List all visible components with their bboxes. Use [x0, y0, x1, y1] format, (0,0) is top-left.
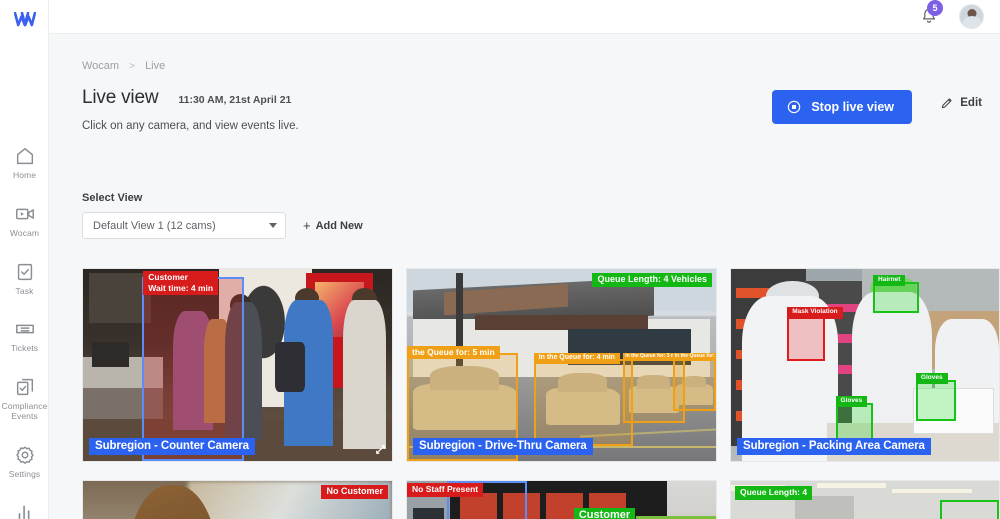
- stop-live-view-button[interactable]: Stop live view: [772, 90, 912, 124]
- bar-chart-icon: [18, 506, 29, 519]
- avatar[interactable]: [959, 4, 984, 29]
- sidebar-nav: Home Wocam Task Tickets Compliance Event…: [0, 140, 49, 519]
- gloves-box: [835, 403, 874, 442]
- vehicle-tag: the Queue for: 5 min: [407, 345, 500, 360]
- expand-icon[interactable]: [374, 443, 387, 456]
- page-timestamp: 11:30 AM, 21st April 21: [178, 94, 292, 106]
- logo-icon: [13, 12, 36, 27]
- camera-tile-packing-area[interactable]: Hairnet Mask Violation Gloves Gloves Sub…: [730, 268, 1000, 462]
- sidebar-item-compliance-events[interactable]: Compliance Events: [0, 371, 49, 425]
- stop-live-view-label: Stop live view: [811, 100, 894, 114]
- wocam-logo[interactable]: [0, 6, 49, 34]
- detection-tag: No Staff Present: [407, 483, 484, 497]
- detection-tag: Hairnet: [873, 274, 906, 286]
- camera-name-label: Subregion - Drive-Thru Camera: [413, 438, 593, 455]
- camera-name-label: Subregion - Counter Camera: [89, 438, 255, 455]
- detection-tag: Gloves: [835, 395, 868, 407]
- sidebar-item-task[interactable]: Task: [0, 256, 49, 300]
- camera-tile-checkout[interactable]: No Customer: [82, 480, 393, 519]
- breadcrumb-parent[interactable]: Wocam: [82, 60, 119, 72]
- detection-tag: No Customer: [321, 485, 388, 500]
- sidebar-item-tickets[interactable]: Tickets: [0, 313, 49, 357]
- vehicle-tag: In the Queue for: 1 min: [672, 352, 716, 359]
- checkbox-icon: [17, 263, 32, 280]
- title-row: Live view 11:30 AM, 21st April 21: [82, 87, 291, 109]
- notifications-button[interactable]: 5: [919, 0, 943, 28]
- camera-grid: Customer Wait time: 4 min Subregion - Co…: [82, 236, 1000, 519]
- sidebar-item-label: Compliance Events: [1, 401, 48, 421]
- queue-length-tag: Queue Length: 4: [735, 486, 813, 500]
- camera-tile-counter[interactable]: Customer Wait time: 4 min Subregion - Co…: [82, 268, 393, 462]
- gloves-box: [915, 380, 957, 421]
- detection-tag: Customer Wait time: 4 min: [143, 271, 219, 296]
- detection-tag-line2: Wait time: 4 min: [148, 282, 214, 293]
- hairnet-box: [873, 282, 919, 314]
- select-view-dropdown[interactable]: Default View 1 (12 cams): [82, 212, 286, 239]
- home-icon: [16, 147, 33, 165]
- sidebar-item-label: Settings: [8, 468, 41, 479]
- notification-badge: 5: [927, 0, 943, 16]
- person-box: [940, 500, 999, 519]
- content-area: Wocam > Live Live view 11:30 AM, 21st Ap…: [49, 34, 1000, 519]
- camera-tile-drive-thru[interactable]: Queue Length: 4 Vehicles the Queue for: …: [406, 268, 717, 462]
- add-new-label: Add New: [315, 219, 363, 232]
- pencil-icon: [942, 98, 952, 109]
- vehicle-box: [533, 359, 633, 446]
- sidebar-item-reports[interactable]: Reports: [0, 496, 49, 519]
- sidebar-item-label: Tickets: [10, 343, 39, 354]
- detection-region: [141, 276, 244, 461]
- detection-tag: Gloves: [915, 372, 948, 384]
- sidebar-item-label: Home: [12, 170, 37, 180]
- add-new-view-button[interactable]: + Add New: [303, 218, 363, 233]
- breadcrumb-current[interactable]: Live: [145, 60, 165, 72]
- sidebar: Home Wocam Task Tickets Compliance Event…: [0, 0, 49, 519]
- vehicle-box: [672, 359, 716, 412]
- sidebar-item-settings[interactable]: Settings: [0, 439, 49, 483]
- detection-tag: Customer: [573, 507, 636, 519]
- vehicle-tag: In the Queue for: 4 min: [533, 352, 620, 365]
- sidebar-item-label: Wocam: [9, 227, 40, 238]
- detection-tag: Mask Violation: [787, 307, 843, 319]
- mask-violation-box: [787, 315, 825, 362]
- select-view-label: Select View: [82, 192, 143, 204]
- documents-icon: [16, 378, 33, 396]
- page-title: Live view: [82, 87, 159, 108]
- camera-tile-kitchen[interactable]: No Staff Present Customer: [406, 480, 717, 519]
- video-camera-icon: [15, 208, 34, 220]
- live-view-page: Home Wocam Task Tickets Compliance Event…: [0, 0, 1000, 519]
- page-subtitle: Click on any camera, and view events liv…: [82, 120, 299, 132]
- ticket-icon: [15, 324, 34, 334]
- stop-record-icon: [788, 100, 801, 114]
- sidebar-item-label: Task: [15, 285, 34, 296]
- camera-tile-store[interactable]: Queue Length: 4: [730, 480, 1000, 519]
- breadcrumb-separator: >: [129, 61, 135, 72]
- edit-button[interactable]: Edit: [940, 96, 982, 110]
- camera-name-label: Subregion - Packing Area Camera: [737, 438, 931, 455]
- avatar-body: [961, 16, 982, 28]
- edit-label: Edit: [960, 97, 982, 109]
- chevron-down-icon: [269, 223, 277, 228]
- breadcrumb: Wocam > Live: [82, 60, 165, 72]
- select-view-value: Default View 1 (12 cams): [93, 219, 216, 232]
- gear-icon: [15, 446, 34, 464]
- detection-tag-line1: Customer: [148, 272, 188, 282]
- plus-icon: +: [303, 218, 311, 233]
- sidebar-item-home[interactable]: Home: [0, 140, 49, 184]
- sidebar-item-wocam[interactable]: Wocam: [0, 198, 49, 242]
- queue-length-tag: Queue Length: 4 Vehicles: [592, 273, 712, 288]
- top-bar: 5: [49, 0, 1000, 34]
